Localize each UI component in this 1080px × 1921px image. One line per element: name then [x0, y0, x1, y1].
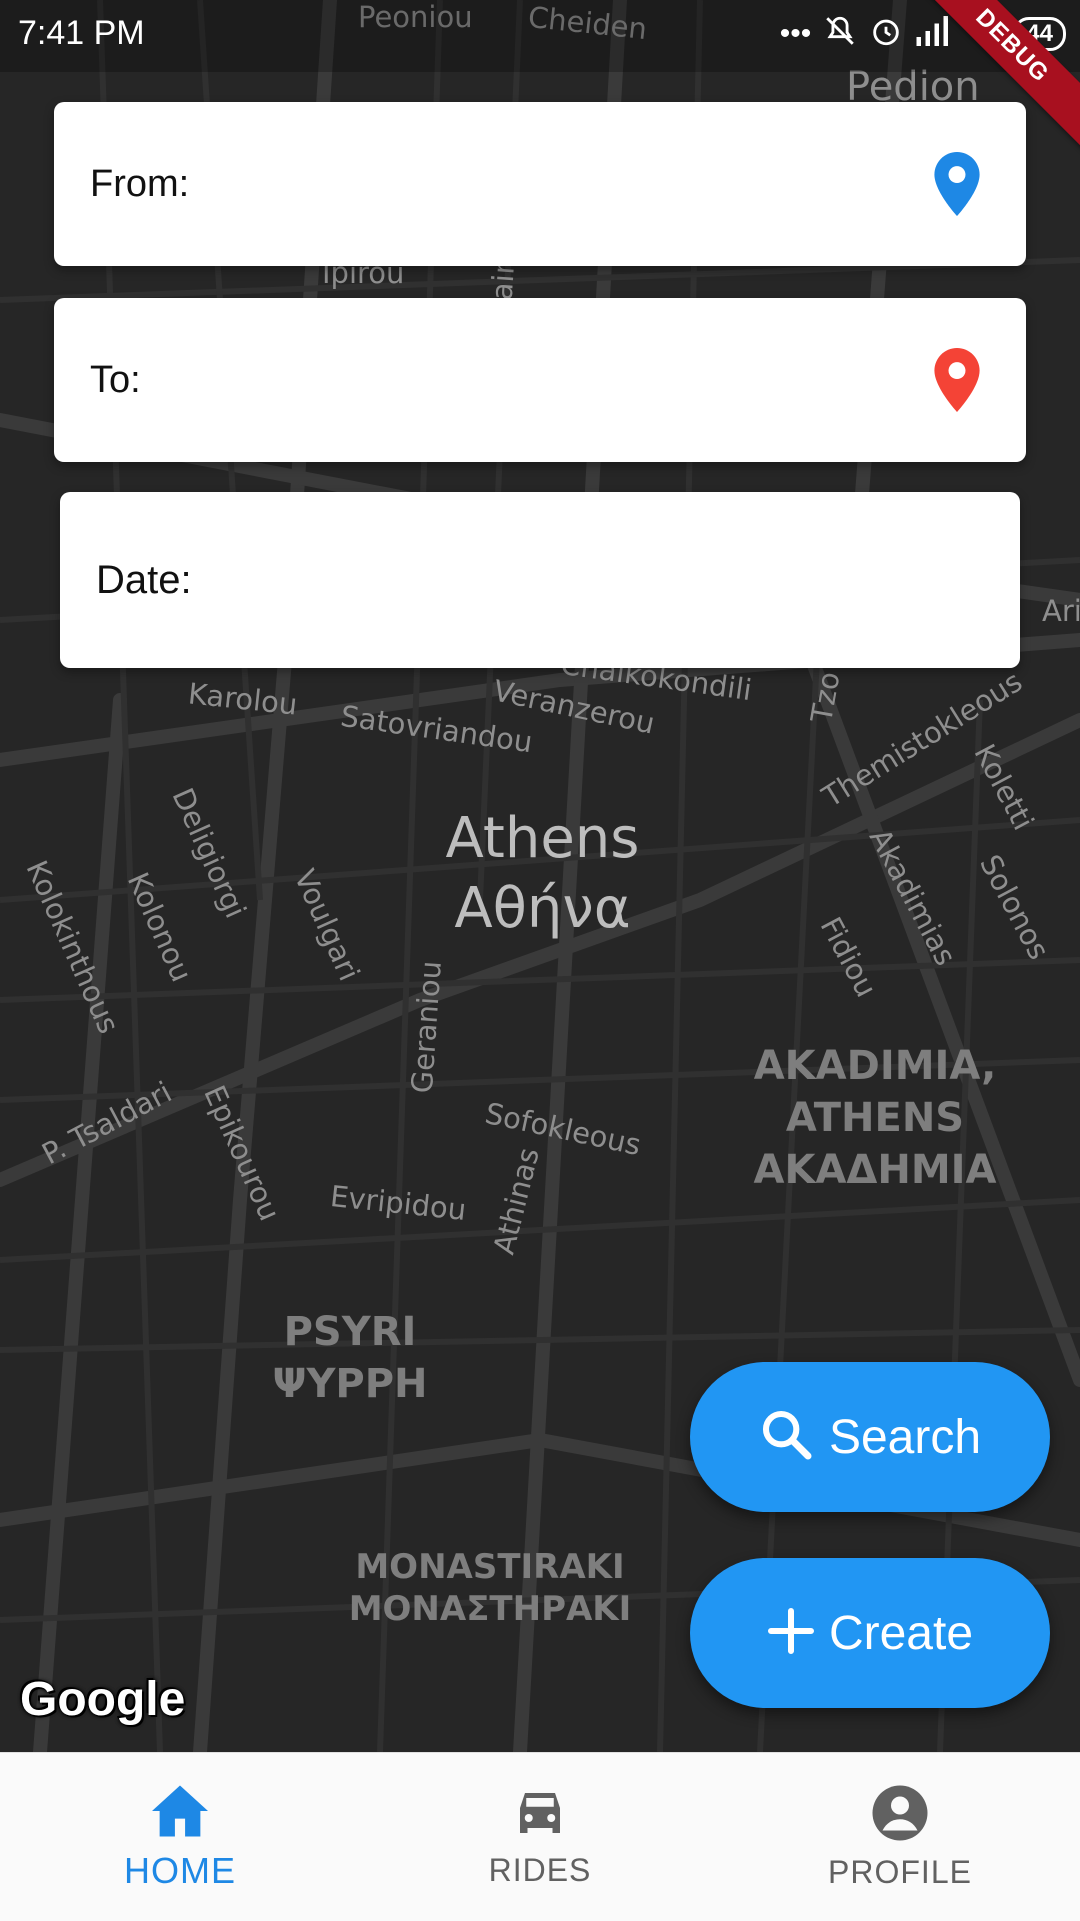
- from-field[interactable]: From:: [54, 102, 1026, 266]
- car-icon: [510, 1785, 570, 1846]
- search-icon: [759, 1407, 815, 1468]
- street-label: Ari: [1042, 594, 1080, 628]
- nav-item-rides[interactable]: RIDES: [360, 1753, 720, 1921]
- bottom-navigation: HOME RIDES PROFILE: [0, 1752, 1080, 1921]
- more-dots-icon: •••: [779, 16, 812, 50]
- search-button[interactable]: Search: [690, 1362, 1050, 1512]
- status-bar: 7:41 PM ••• 44: [0, 0, 1080, 72]
- location-pin-icon[interactable]: [934, 152, 980, 216]
- district-label: MONASTIRAKI ΜΟΝΑΣΤΗΡΑΚΙ: [330, 1546, 650, 1630]
- city-name-local: Αθήνα: [454, 876, 631, 941]
- account-circle-icon: [870, 1783, 930, 1848]
- date-field[interactable]: Date:: [60, 492, 1020, 668]
- google-logo: Google: [20, 1673, 186, 1726]
- create-button-label: Create: [828, 1606, 974, 1660]
- alarm-icon: [869, 14, 903, 53]
- nav-label-home: HOME: [124, 1849, 236, 1891]
- nav-item-profile[interactable]: PROFILE: [720, 1753, 1080, 1921]
- create-button[interactable]: Create: [690, 1558, 1050, 1708]
- date-label: Date:: [96, 557, 192, 602]
- district-name-local: ΨΥΡΡΗ: [272, 1361, 428, 1407]
- district-name: PSYRI: [283, 1309, 417, 1355]
- district-name: AKADIMIA,: [753, 1043, 997, 1089]
- search-button-label: Search: [828, 1410, 982, 1464]
- nav-label-rides: RIDES: [488, 1852, 592, 1888]
- district-name-local: ΑΚΑΔΗΜΙΑ: [753, 1147, 997, 1193]
- city-name: Athens: [445, 806, 640, 871]
- mute-icon: [823, 14, 857, 53]
- location-pin-icon[interactable]: [934, 348, 980, 412]
- district-label: AKADIMIA, ATHENS ΑΚΑΔΗΜΙΑ: [740, 1040, 1010, 1196]
- district-label: PSYRI ΨΥΡΡΗ: [240, 1306, 460, 1410]
- to-label: To:: [90, 358, 141, 401]
- home-icon: [149, 1783, 211, 1844]
- plus-icon: [767, 1607, 815, 1660]
- from-label: From:: [90, 162, 190, 205]
- city-label: Athens Αθήνα: [420, 804, 665, 944]
- district-name-local: ΜΟΝΑΣΤΗΡΑΚΙ: [348, 1589, 632, 1629]
- district-name: MONASTIRAKI: [355, 1547, 625, 1587]
- nav-item-home[interactable]: HOME: [0, 1753, 360, 1921]
- nav-label-profile: PROFILE: [828, 1854, 972, 1890]
- district-name: ATHENS: [785, 1095, 965, 1141]
- to-field[interactable]: To:: [54, 298, 1026, 462]
- status-time: 7:41 PM: [18, 14, 145, 52]
- signal-icon: [915, 16, 951, 51]
